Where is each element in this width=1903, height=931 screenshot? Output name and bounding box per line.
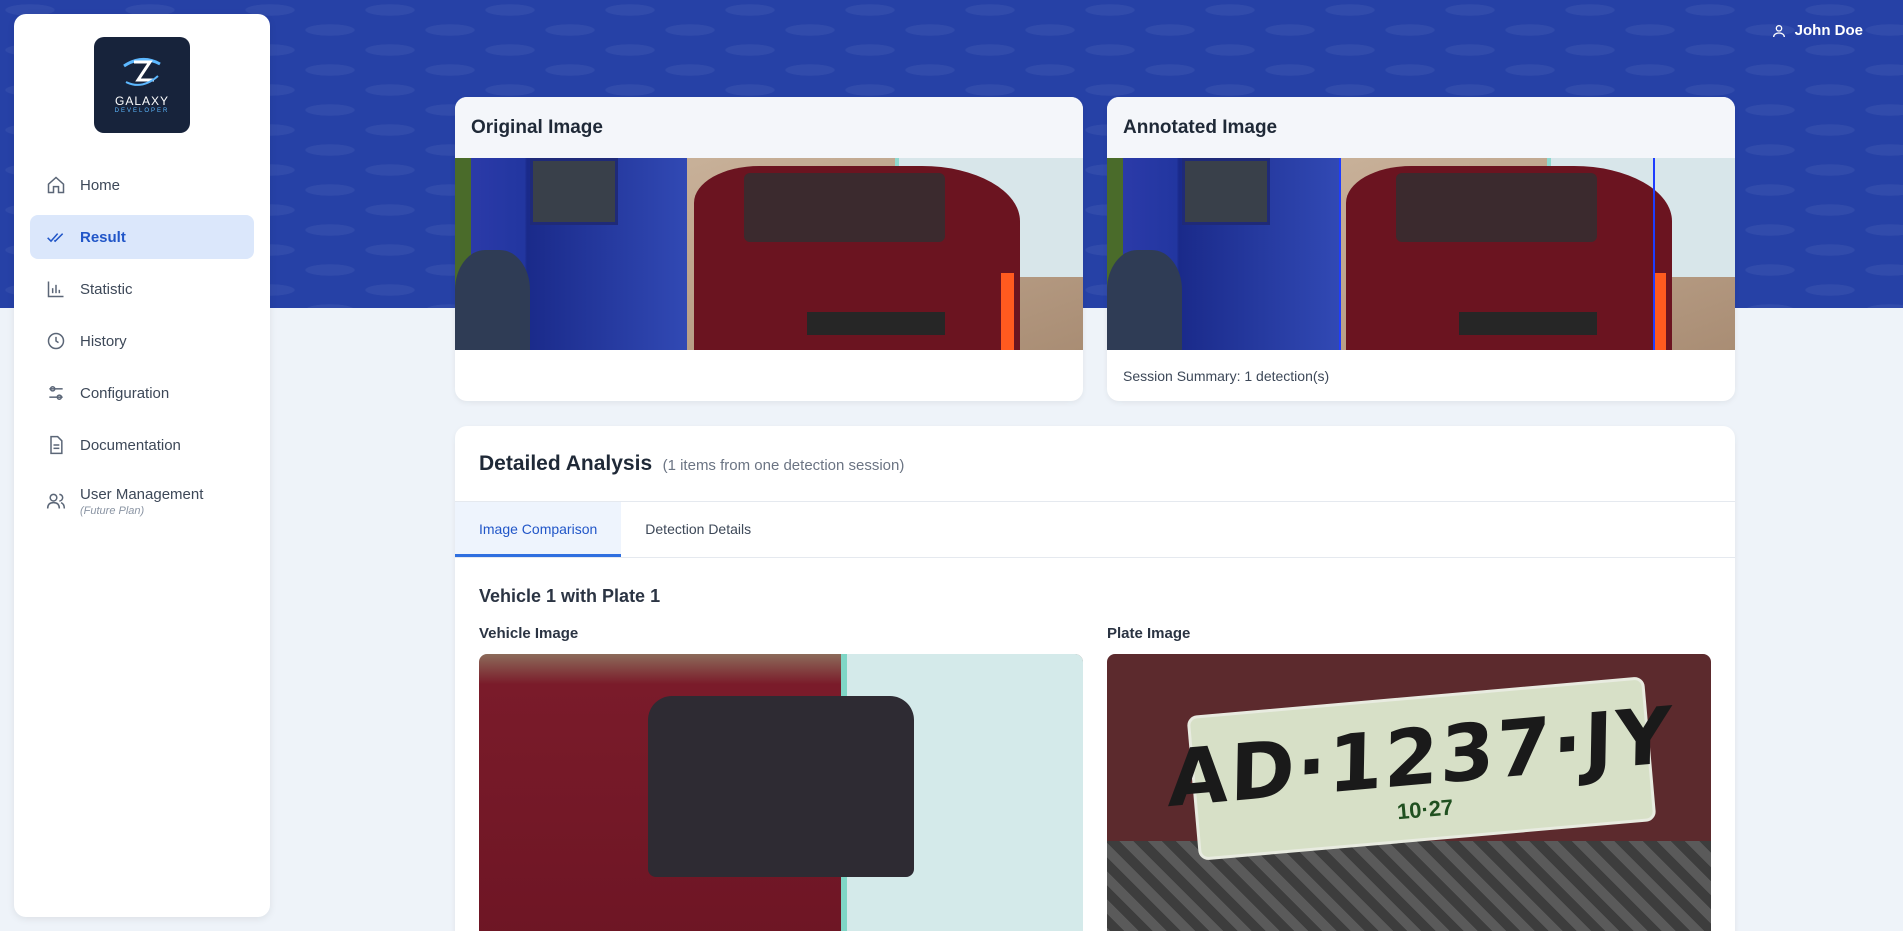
user-icon (1772, 24, 1785, 37)
clock-icon (47, 332, 65, 350)
document-icon (50, 435, 63, 455)
detection-box-right-edge (1653, 158, 1656, 350)
analysis-tabs: Image Comparison Detection Details (455, 502, 1735, 558)
tab-detection-details[interactable]: Detection Details (621, 502, 775, 557)
sidebar-item-label: Configuration (80, 384, 170, 402)
sidebar-item-configuration[interactable]: Configuration (30, 371, 254, 415)
home-icon (47, 176, 65, 194)
sidebar-item-label: Result (80, 228, 126, 246)
sidebar-item-home[interactable]: Home (30, 163, 254, 207)
vehicle-image[interactable] (479, 654, 1083, 931)
sidebar-nav: Home Result Statistic History Configurat… (14, 163, 270, 527)
sidebar-item-result[interactable]: Result (30, 215, 254, 259)
sidebar-item-label: History (80, 332, 127, 350)
session-summary: Session Summary: 1 detection(s) (1123, 368, 1330, 384)
sidebar-item-user-management[interactable]: User Management (Future Plan) (30, 475, 254, 527)
sidebar-item-label: Home (80, 176, 121, 194)
sidebar-item-label: Statistic (80, 280, 133, 298)
vehicle-title: Vehicle 1 with Plate 1 (479, 586, 661, 606)
detection-box-left-edge (1339, 158, 1342, 350)
sidebar-item-documentation[interactable]: Documentation (30, 423, 254, 467)
sidebar-item-sublabel: (Future Plan) (80, 504, 145, 517)
sidebar-item-label: Documentation (80, 436, 181, 454)
card-title: Original Image (455, 97, 1083, 158)
analysis-header: Detailed Analysis (1 items from one dete… (455, 426, 1735, 502)
analysis-subtitle: (1 items from one detection session) (662, 457, 905, 474)
galaxy-logo-icon (123, 58, 161, 86)
galaxy-logo[interactable]: GALAXY DEVELOPER (94, 37, 190, 133)
sliders-icon (49, 386, 63, 400)
user-menu[interactable]: John Doe (1771, 22, 1863, 39)
annotated-image[interactable] (1107, 158, 1735, 350)
users-icon (46, 493, 66, 509)
bar-chart-icon (47, 281, 64, 298)
annotated-image-card: Annotated Image Session Summary: 1 detec… (1107, 97, 1735, 401)
plate-image-label: Plate Image (1107, 625, 1191, 642)
vehicle-image-label: Vehicle Image (479, 625, 579, 642)
user-name: John Doe (1794, 22, 1863, 39)
double-check-icon (47, 233, 64, 243)
sidebar-item-label: User Management (80, 485, 204, 503)
sidebar: GALAXY DEVELOPER Home Result Statistic H… (14, 14, 270, 917)
original-image[interactable] (455, 158, 1083, 350)
logo-subtext: DEVELOPER (114, 108, 170, 114)
detailed-analysis-panel: Detailed Analysis (1 items from one dete… (455, 426, 1735, 931)
logo-text: GALAXY (114, 94, 170, 108)
sidebar-item-history[interactable]: History (30, 319, 254, 363)
sidebar-item-statistic[interactable]: Statistic (30, 267, 254, 311)
tab-image-comparison[interactable]: Image Comparison (455, 502, 622, 557)
original-image-card: Original Image (455, 97, 1083, 401)
analysis-title: Detailed Analysis (479, 452, 653, 475)
card-title: Annotated Image (1107, 97, 1735, 158)
plate-image[interactable]: AD·1237·JY 10·27 (1107, 654, 1711, 931)
